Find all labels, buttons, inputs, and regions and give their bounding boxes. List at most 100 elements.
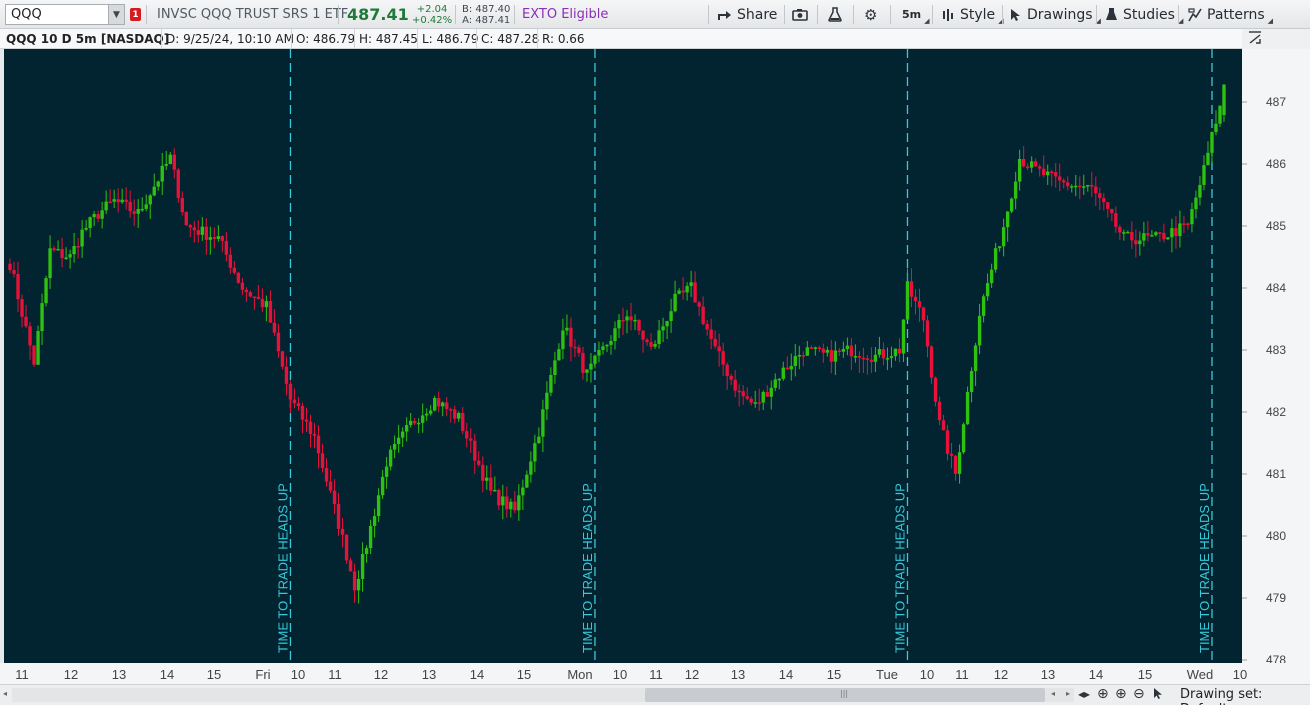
candle-body (192, 227, 196, 231)
candle-body (1098, 193, 1102, 199)
candle-body (1114, 213, 1118, 227)
collapse-panel-icon[interactable] (1247, 30, 1263, 46)
candle-body (1186, 223, 1190, 225)
bid-ask: B: 487.40 A: 487.41 (462, 0, 510, 29)
candle-body (1170, 228, 1174, 238)
price-axis[interactable] (1242, 49, 1310, 684)
candle-body (509, 501, 513, 510)
divider (1178, 5, 1179, 24)
candle-body (104, 201, 108, 211)
candle-body (485, 477, 489, 481)
plot-area[interactable] (4, 49, 1242, 663)
candle-body (685, 286, 689, 293)
price-tick-label: 480 (1266, 529, 1286, 543)
candle-body (809, 347, 814, 349)
candle-body (1013, 181, 1018, 199)
candle-body (733, 379, 737, 391)
time-tick-label: 10 (920, 667, 934, 682)
exto-eligible-label[interactable]: EXTO Eligible (522, 0, 608, 29)
chevron-down-icon[interactable]: ▼ (108, 5, 124, 24)
studies-label: Studies (1123, 6, 1175, 23)
scroll-left-icon[interactable]: ◂ (3, 689, 7, 698)
candle-body (1102, 198, 1106, 203)
style-button[interactable]: Style ◢ (941, 0, 1004, 29)
candle-body (1094, 186, 1098, 194)
pointer-icon[interactable] (1153, 687, 1164, 704)
candle-body (1138, 240, 1142, 245)
drawing-set-label[interactable]: Drawing set: Default (1180, 687, 1310, 705)
candle-body (312, 433, 317, 436)
candle-body (264, 301, 269, 308)
net-change: +2.04 +0.42% (412, 0, 452, 29)
candle-body (1206, 152, 1210, 166)
session-marker-label: TIME TO TRADE HEADS UP (580, 483, 595, 653)
candle-body (961, 424, 966, 453)
candle-body (396, 437, 401, 444)
candle-body (673, 293, 677, 312)
candle-body (549, 374, 553, 393)
candle-body (565, 327, 569, 331)
candle-body (857, 355, 862, 358)
candle-body (280, 351, 285, 367)
candle-body (1214, 123, 1218, 133)
crosshair-icon[interactable]: ⊕ (1097, 686, 1109, 702)
candle-body (933, 377, 938, 402)
candle-body (352, 571, 357, 591)
candle-body (957, 452, 962, 474)
settings-button[interactable]: ⚙ (864, 0, 877, 29)
alert-badge[interactable]: 1 (130, 8, 141, 21)
drawings-button[interactable]: Drawings ◢ (1010, 0, 1101, 29)
flask-button[interactable] (828, 0, 842, 29)
candle-body (877, 349, 882, 355)
candle-body (829, 349, 834, 362)
candle-body (204, 226, 209, 240)
candle-body (973, 345, 978, 372)
expand-horizontal-icon[interactable]: ◂▸ (1078, 687, 1090, 701)
change-percent: +0.42% (412, 14, 453, 26)
symbol-selector[interactable]: QQQ ▼ (5, 4, 125, 25)
candle-body (785, 367, 789, 370)
time-tick-label: 10 (291, 667, 305, 682)
chart-title[interactable]: QQQ 10 D 5m [NASDAQ] (2, 29, 169, 49)
divider (932, 5, 933, 24)
candle-body (32, 345, 36, 365)
candle-body (188, 225, 192, 228)
candle-body (497, 489, 501, 506)
candle-body (953, 455, 958, 474)
candle-body (1021, 158, 1026, 167)
share-button[interactable]: Share (717, 0, 777, 29)
timeframe-button[interactable]: 5m ◢ (902, 0, 930, 29)
time-tick-label: 11 (15, 667, 29, 682)
toolbar: QQQ ▼ 1 INVSC QQQ TRUST SRS 1 ETF 487.41… (0, 0, 1310, 29)
candle-body (1042, 168, 1046, 176)
candle-body (853, 355, 858, 358)
candle-body (633, 319, 637, 322)
bar-date: D: 9/25/24, 10:10 AM (161, 29, 294, 49)
snapshot-button[interactable] (792, 0, 808, 29)
candle-body (645, 339, 649, 343)
chart-header: QQQ 10 D 5m [NASDAQ] D: 9/25/24, 10:10 A… (0, 29, 1242, 49)
studies-button[interactable]: Studies ◢ (1105, 0, 1183, 29)
candle-body (292, 399, 297, 404)
symbol-input[interactable]: QQQ (6, 7, 108, 22)
scroll-next-icon[interactable]: ▸ (1066, 689, 1070, 698)
beaker-icon (1106, 8, 1117, 20)
scroll-prev-icon[interactable]: ◂ (1051, 689, 1055, 698)
candle-body (340, 528, 345, 535)
candle-body (184, 212, 188, 226)
candle-body (44, 278, 48, 304)
candle-body (1166, 237, 1170, 240)
time-tick-label: 12 (994, 667, 1008, 682)
zoom-in-icon[interactable]: ⊕ (1115, 686, 1127, 702)
patterns-icon (1188, 7, 1202, 21)
candle-body (681, 290, 685, 293)
candle-body (617, 319, 621, 329)
zoom-out-icon[interactable]: ⊖ (1133, 686, 1145, 702)
share-icon (718, 11, 731, 20)
price-chart[interactable]: TIME TO TRADE HEADS UP TIME TO TRADE HEAD… (0, 49, 1310, 684)
candle-body (28, 326, 32, 346)
patterns-button[interactable]: Patterns ◢ (1188, 0, 1273, 29)
candle-body (68, 254, 72, 258)
candle-body (997, 246, 1002, 249)
candle-body (621, 319, 625, 322)
